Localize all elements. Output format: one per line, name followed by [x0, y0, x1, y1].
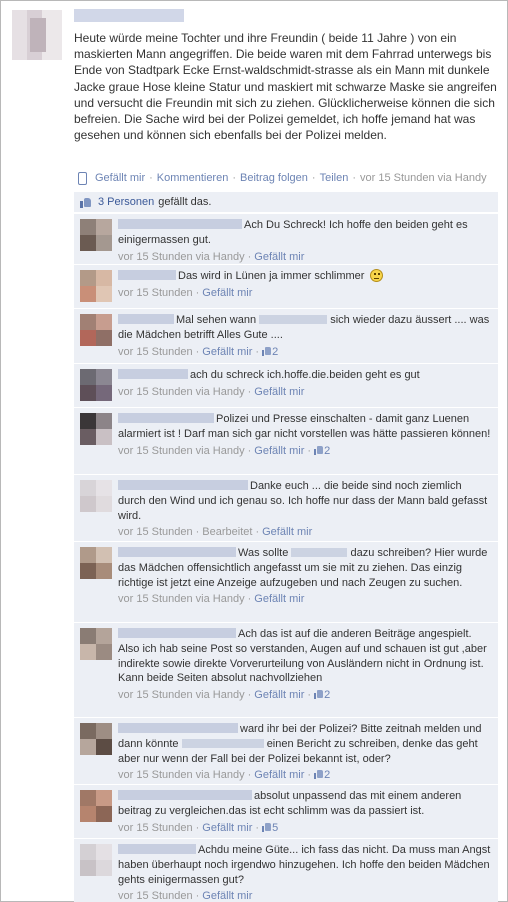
comment-avatar[interactable]: [80, 628, 112, 660]
comment-like-link[interactable]: Gefällt mir: [254, 593, 304, 605]
comment-like-link[interactable]: Gefällt mir: [202, 822, 252, 834]
phone-icon: [78, 171, 87, 185]
post-text: Heute würde meine Tochter und ihre Freun…: [74, 31, 497, 143]
commenter-name-redacted[interactable]: [118, 723, 238, 733]
comment-avatar[interactable]: [80, 547, 112, 579]
post-actions-bar: Gefällt mir · Kommentieren · Beitrag fol…: [74, 170, 494, 186]
comment: Ach Du Schreck! Ich hoffe den beiden geh…: [74, 213, 498, 264]
commenter-name-redacted[interactable]: [118, 628, 236, 638]
comment: ach du schreck ich.hoffe.die.beiden geht…: [74, 363, 498, 407]
comment: Ach das ist auf die anderen Beiträge ang…: [74, 622, 498, 717]
commenter-name-redacted[interactable]: [118, 547, 236, 557]
comment-like-link[interactable]: Gefällt mir: [202, 287, 252, 299]
redacted-name: [259, 315, 328, 324]
comment-avatar[interactable]: [80, 413, 112, 445]
comment-avatar[interactable]: [80, 219, 112, 251]
comment-avatar[interactable]: [80, 723, 112, 755]
commenter-name-redacted[interactable]: [118, 844, 196, 854]
comment-like-link[interactable]: Gefällt mir: [254, 251, 304, 263]
comment-like-link[interactable]: Gefällt mir: [254, 445, 304, 457]
commenter-name-redacted[interactable]: [118, 314, 174, 324]
comment-like-count[interactable]: 2: [314, 689, 330, 701]
comment: Achdu meine Güte... ich fass das nicht. …: [74, 838, 498, 902]
commenter-name-redacted[interactable]: [118, 219, 242, 229]
commenter-name-redacted[interactable]: [118, 790, 252, 800]
post-author-avatar[interactable]: [12, 10, 62, 60]
thumbs-up-icon: [314, 770, 324, 780]
comment-avatar[interactable]: [80, 270, 112, 302]
smiley-icon: [369, 269, 383, 282]
commenter-name-redacted[interactable]: [118, 480, 248, 490]
comment-like-link[interactable]: Gefällt mir: [254, 689, 304, 701]
comment-list: Ach Du Schreck! Ich hoffe den beiden geh…: [74, 213, 498, 902]
share-link[interactable]: Teilen: [320, 172, 349, 184]
comment: absolut unpassend das mit einem anderen …: [74, 784, 498, 838]
redacted-name: [291, 548, 348, 557]
comment-avatar[interactable]: [80, 480, 112, 512]
comment-like-count[interactable]: 2: [314, 769, 330, 781]
like-link[interactable]: Gefällt mir: [95, 172, 145, 184]
redacted-name: [181, 738, 264, 748]
thumbs-up-icon: [314, 445, 324, 455]
comment-like-link[interactable]: Gefällt mir: [202, 890, 252, 902]
comment-like-link[interactable]: Gefällt mir: [202, 346, 252, 358]
commenter-name-redacted[interactable]: [118, 270, 176, 280]
comment-avatar[interactable]: [80, 369, 112, 401]
thumbs-up-icon: [80, 197, 92, 208]
comment-avatar[interactable]: [80, 314, 112, 346]
comment: ward ihr bei der Polizei? Bitte zeitnah …: [74, 717, 498, 784]
comment-like-link[interactable]: Gefällt mir: [254, 769, 304, 781]
post-author-name-redacted[interactable]: [74, 9, 184, 22]
comment: Polizei und Presse einschalten - damit g…: [74, 407, 498, 474]
thumbs-up-icon: [314, 690, 324, 700]
likers-link[interactable]: 3 Personen: [98, 196, 154, 208]
commenter-name-redacted[interactable]: [118, 369, 188, 379]
commenter-name-redacted[interactable]: [118, 413, 214, 423]
comment: Was sollte dazu schreiben? Hier wurde da…: [74, 541, 498, 622]
comment-avatar[interactable]: [80, 790, 112, 822]
comment-link[interactable]: Kommentieren: [157, 172, 229, 184]
comment-like-link[interactable]: Gefällt mir: [262, 526, 312, 538]
comment-avatar[interactable]: [80, 844, 112, 876]
comment: Mal sehen wann sich wieder dazu äussert …: [74, 308, 498, 363]
comment-like-count[interactable]: 2: [314, 445, 330, 457]
thumbs-up-icon: [262, 822, 272, 832]
post-timestamp[interactable]: vor 15 Stunden via Handy: [360, 172, 487, 184]
comment-like-link[interactable]: Gefällt mir: [254, 386, 304, 398]
follow-post-link[interactable]: Beitrag folgen: [240, 172, 308, 184]
thumbs-up-icon: [262, 346, 272, 356]
comment-like-count[interactable]: 5: [262, 822, 278, 834]
comment: Danke euch ... die beide sind noch zieml…: [74, 474, 498, 541]
comment-like-count[interactable]: 2: [262, 346, 278, 358]
comment: Das wird in Lünen ja immer schlimmer vor…: [74, 264, 498, 308]
likes-summary: 3 Personen gefällt das.: [74, 192, 498, 212]
